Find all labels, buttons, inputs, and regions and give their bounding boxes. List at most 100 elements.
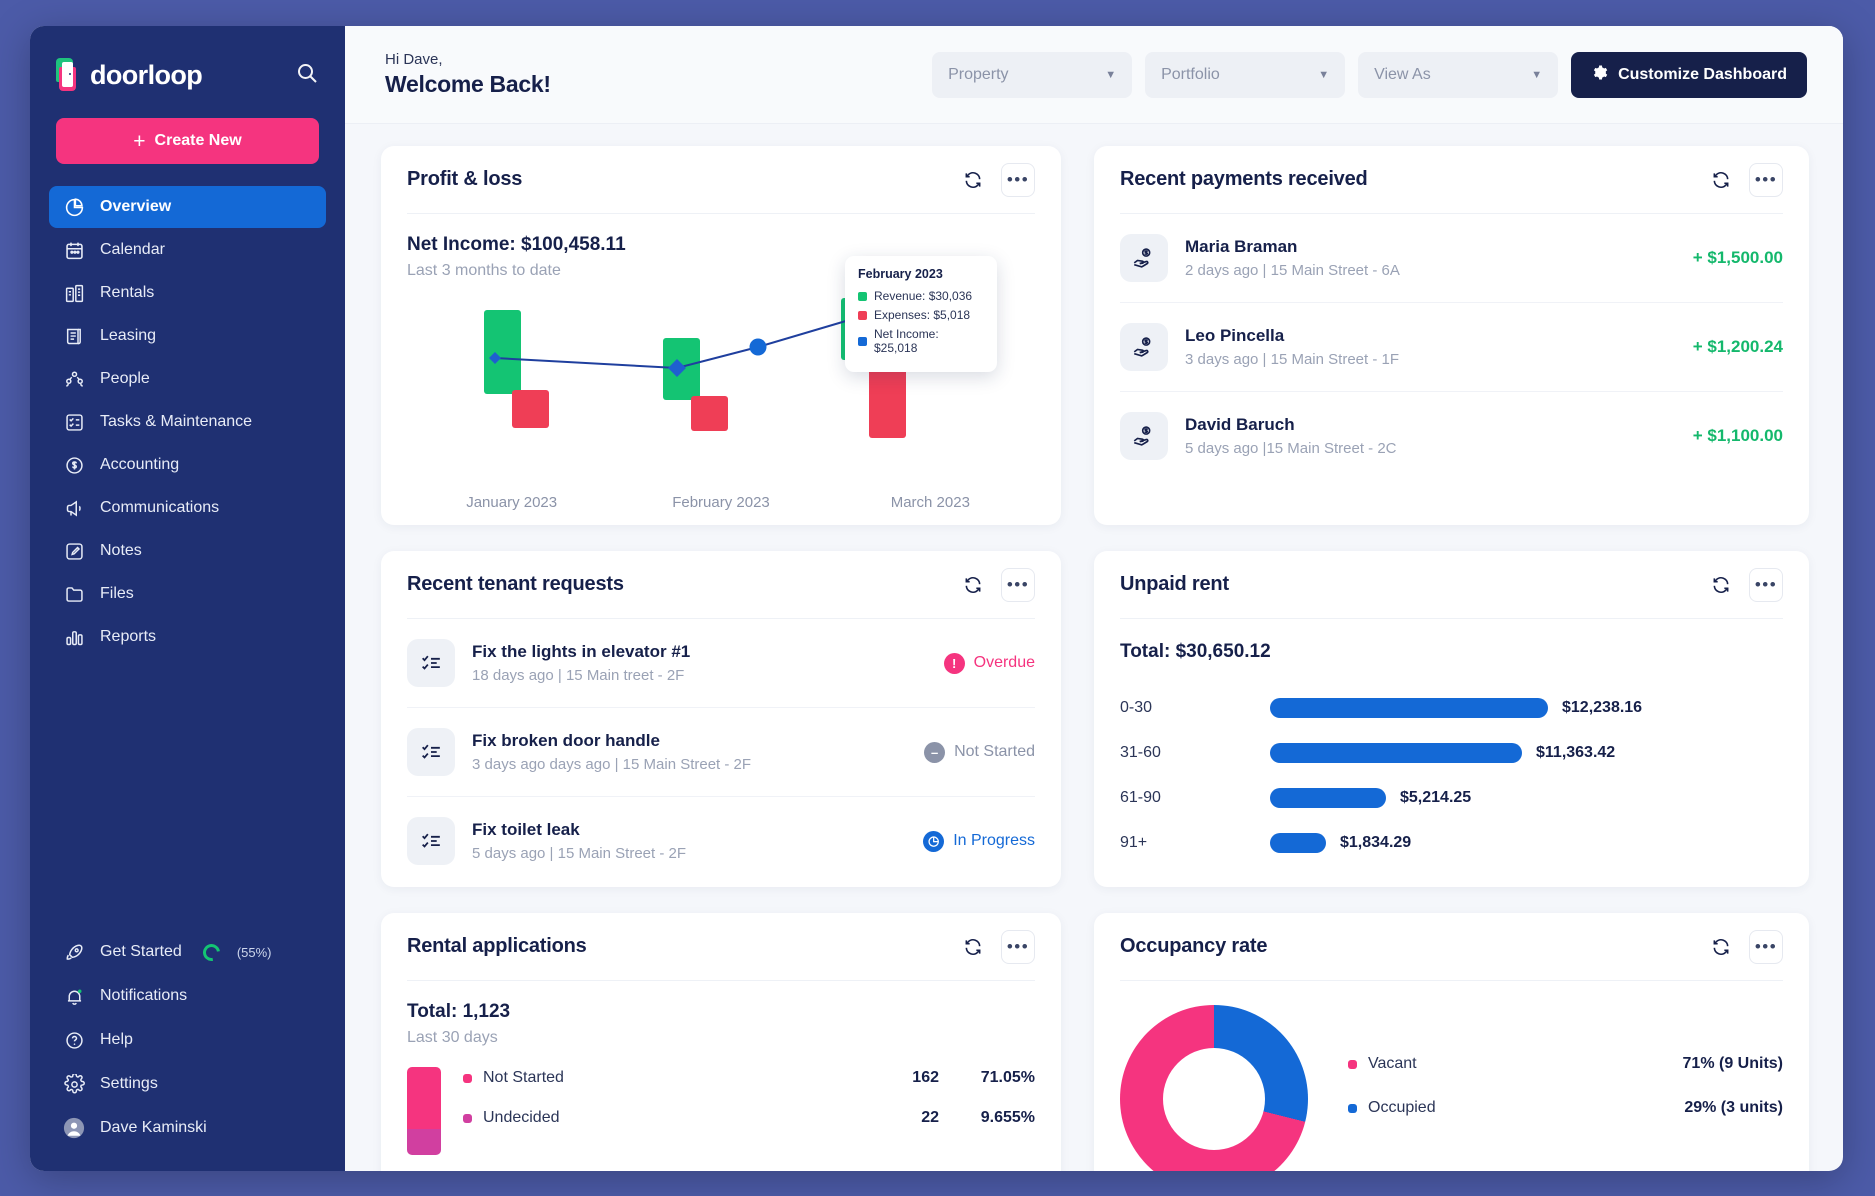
card-header: Rental applications ••• (407, 913, 1035, 981)
sidebar-item-people[interactable]: People (49, 358, 326, 400)
sidebar-item-label: Overview (100, 198, 171, 216)
list-item[interactable]: Maria Braman 2 days ago | 15 Main Street… (1120, 214, 1783, 303)
table-row: 91+ $1,834.29 (1120, 820, 1783, 865)
applications-legend: Not Started 162 71.05% Undecided 22 9.65… (463, 1067, 1035, 1155)
request-title: Fix toilet leak (472, 820, 686, 840)
rental-applications-card: Rental applications ••• Total: 1,123 Las… (381, 913, 1061, 1171)
tooltip-row-revenue: Revenue: $30,036 (858, 289, 984, 303)
list-item[interactable]: Fix toilet leak 5 days ago | 15 Main Str… (407, 797, 1035, 885)
sidebar-item-notifications[interactable]: Notifications (49, 975, 326, 1017)
sidebar-item-rentals[interactable]: Rentals (49, 272, 326, 314)
payment-amount: + $1,500.00 (1693, 248, 1783, 268)
request-meta: 3 days ago days ago | 15 Main Street - 2… (472, 756, 751, 773)
card-actions: ••• (956, 930, 1035, 964)
list-item[interactable]: Fix broken door handle 3 days ago days a… (407, 708, 1035, 797)
refresh-icon[interactable] (1704, 163, 1738, 197)
sidebar-item-calendar[interactable]: Calendar (49, 229, 326, 271)
card-actions: ••• (1704, 163, 1783, 197)
bar-expenses-jan (512, 390, 549, 428)
list-item[interactable]: Fix the lights in elevator #1 18 days ag… (407, 619, 1035, 708)
clock-icon: ◷ (923, 831, 944, 852)
legend-count: 162 (867, 1069, 939, 1087)
refresh-icon[interactable] (1704, 930, 1738, 964)
sidebar-item-help[interactable]: Help (49, 1019, 326, 1061)
legend-swatch (463, 1074, 472, 1083)
portfolio-select[interactable]: Portfolio ▼ (1145, 52, 1345, 98)
rental-applications-title: Rental applications (407, 935, 587, 958)
refresh-icon[interactable] (956, 568, 990, 602)
gear-icon (1591, 64, 1608, 86)
payment-amount: + $1,200.24 (1693, 337, 1783, 357)
legend-swatch (1348, 1104, 1357, 1113)
customize-dashboard-button[interactable]: Customize Dashboard (1571, 52, 1807, 98)
tooltip-revenue-label: Revenue: $30,036 (874, 289, 972, 303)
progress-ring-icon (199, 940, 223, 964)
card-header: Recent payments received ••• (1120, 146, 1783, 214)
list-item[interactable]: Leo Pincella 3 days ago | 15 Main Street… (1120, 303, 1783, 392)
list-item[interactable]: David Baruch 5 days ago |15 Main Street … (1120, 392, 1783, 480)
legend-value: 29% (3 units) (1684, 1099, 1783, 1117)
sidebar-item-get-started[interactable]: Get Started (55%) (49, 931, 326, 973)
bucket-bar (1270, 788, 1386, 808)
tooltip-net-income-label: Net Income: $25,018 (874, 327, 984, 355)
sidebar-item-communications[interactable]: Communications (49, 487, 326, 529)
refresh-icon[interactable] (956, 163, 990, 197)
sidebar-item-notes[interactable]: Notes (49, 530, 326, 572)
net-income-swatch (858, 337, 867, 346)
payment-info: David Baruch 5 days ago |15 Main Street … (1185, 415, 1397, 457)
pie-chart-icon (63, 196, 85, 218)
more-options-icon[interactable]: ••• (1749, 930, 1783, 964)
checklist-icon (407, 728, 455, 776)
payment-info: Leo Pincella 3 days ago | 15 Main Street… (1185, 326, 1399, 368)
bucket-bar (1270, 743, 1522, 763)
legend-swatch (463, 1114, 472, 1123)
sidebar-item-reports[interactable]: Reports (49, 616, 326, 658)
refresh-icon[interactable] (1704, 568, 1738, 602)
expenses-swatch (858, 311, 867, 320)
tooltip-row-expenses: Expenses: $5,018 (858, 308, 984, 322)
sidebar-item-accounting[interactable]: Accounting (49, 444, 326, 486)
sidebar-item-user-profile[interactable]: Dave Kaminski (49, 1107, 326, 1149)
bucket-label: 0-30 (1120, 699, 1270, 717)
create-new-button[interactable]: + Create New (56, 118, 319, 164)
more-options-icon[interactable]: ••• (1001, 163, 1035, 197)
chevron-down-icon: ▼ (1105, 69, 1116, 81)
sidebar-item-files[interactable]: Files (49, 573, 326, 615)
view-as-select[interactable]: View As ▼ (1358, 52, 1558, 98)
refresh-icon[interactable] (956, 930, 990, 964)
dashboard-content: Profit & loss ••• Net Income: $100,458.1… (345, 124, 1843, 1171)
get-started-progress: (55%) (237, 945, 272, 960)
applications-breakdown: Not Started 162 71.05% Undecided 22 9.65… (407, 1047, 1035, 1155)
sidebar-item-settings[interactable]: Settings (49, 1063, 326, 1105)
more-options-icon[interactable]: ••• (1001, 568, 1035, 602)
more-options-icon[interactable]: ••• (1001, 930, 1035, 964)
sidebar-item-tasks-maintenance[interactable]: Tasks & Maintenance (49, 401, 326, 443)
request-meta: 5 days ago | 15 Main Street - 2F (472, 845, 686, 862)
occupancy-donut-chart (1120, 1005, 1308, 1171)
legend-label: Occupied (1368, 1099, 1436, 1117)
dollar-circle-icon (63, 454, 85, 476)
sidebar-item-label: Leasing (100, 327, 156, 345)
profit-loss-chart: February 2023 Revenue: $30,036 Expenses:… (407, 290, 1035, 490)
payer-name: David Baruch (1185, 415, 1397, 435)
property-select[interactable]: Property ▼ (932, 52, 1132, 98)
search-icon[interactable] (295, 61, 319, 90)
bucket-label: 31-60 (1120, 744, 1270, 762)
calendar-icon (63, 239, 85, 261)
more-options-icon[interactable]: ••• (1749, 163, 1783, 197)
checklist-icon (407, 817, 455, 865)
create-new-label: Create New (155, 132, 242, 150)
legend-percent: 71.05% (939, 1069, 1035, 1087)
status-badge: ◷ In Progress (923, 831, 1035, 852)
more-options-icon[interactable]: ••• (1749, 568, 1783, 602)
sidebar-item-leasing[interactable]: Leasing (49, 315, 326, 357)
occupancy-rate-card: Occupancy rate ••• Vacant 71% (9 (1094, 913, 1809, 1171)
checklist-icon (407, 639, 455, 687)
sidebar-item-overview[interactable]: Overview (49, 186, 326, 228)
tooltip-expenses-label: Expenses: $5,018 (874, 308, 970, 322)
view-as-select-label: View As (1374, 66, 1431, 84)
card-header: Profit & loss ••• (407, 146, 1035, 214)
status-badge: – Not Started (924, 742, 1035, 763)
hand-money-icon (1120, 412, 1168, 460)
brand-row: doorloop (30, 44, 345, 92)
